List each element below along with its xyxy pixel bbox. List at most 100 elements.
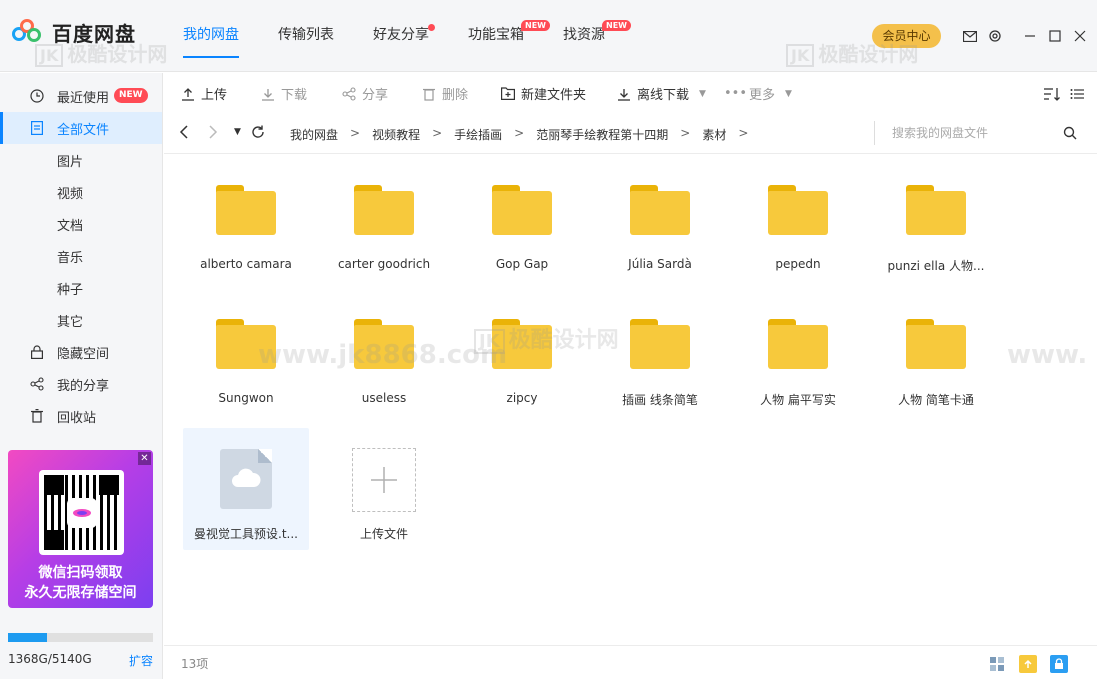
- folder-name: Sungwon: [218, 391, 274, 405]
- sidebar-item-label: 视频: [57, 186, 84, 202]
- list-view-icon[interactable]: [1070, 85, 1084, 102]
- promo-banner[interactable]: ✕ 微信扫码领取 永久无限存储空间: [8, 450, 153, 608]
- history-dropdown-icon[interactable]: ▼: [234, 127, 241, 137]
- tab-find-resources[interactable]: 找资源 NEW: [563, 0, 631, 72]
- tab-label: 功能宝箱: [468, 27, 524, 43]
- upload-folder-icon[interactable]: [1019, 655, 1037, 673]
- folder-item[interactable]: 人物 扁平写实: [735, 288, 861, 410]
- sidebar-item-label: 全部文件: [57, 122, 110, 138]
- sidebar-item-videos[interactable]: 视频: [0, 176, 162, 208]
- mail-icon[interactable]: [958, 24, 982, 48]
- forward-arrow-icon[interactable]: [208, 125, 218, 143]
- file-name: 曼视觉工具预设.t...: [194, 527, 298, 541]
- add-plus-icon[interactable]: [352, 448, 416, 512]
- breadcrumb-bar: ▼ 我的网盘 > 视频教程 > 手绘插画 > 范丽琴手绘教程第十四期 > 素材 …: [164, 113, 1097, 154]
- new-folder-button[interactable]: 新建文件夹: [500, 85, 586, 103]
- sidebar-item-label: 其它: [57, 314, 84, 330]
- breadcrumb: 我的网盘 > 视频教程 > 手绘插画 > 范丽琴手绘教程第十四期 > 素材 >: [290, 126, 760, 143]
- folder-name: punzi ella 人物...: [887, 259, 985, 273]
- download-button[interactable]: 下载: [260, 85, 307, 103]
- storage-progress-bar: [8, 633, 153, 642]
- close-icon[interactable]: ✕: [138, 452, 151, 465]
- breadcrumb-item-materials[interactable]: 素材: [702, 126, 726, 143]
- breadcrumb-item-hand-drawn[interactable]: 手绘插画: [454, 126, 502, 143]
- folder-item[interactable]: zipcy: [459, 288, 585, 410]
- folder-item[interactable]: Sungwon: [183, 288, 309, 410]
- minimize-icon[interactable]: [1018, 24, 1042, 48]
- chevron-down-icon[interactable]: ▼: [785, 89, 792, 99]
- sidebar-item-hidden-space[interactable]: 隐藏空间: [0, 336, 162, 368]
- title-bar: 百度网盘 我的网盘 传输列表 好友分享 功能宝箱 NEW 找资源 NEW 会员中心: [0, 0, 1097, 72]
- grid-view-icon[interactable]: [988, 655, 1006, 673]
- document-icon: [30, 121, 44, 135]
- tab-feature-box[interactable]: 功能宝箱 NEW: [468, 0, 550, 72]
- folder-icon: [492, 319, 552, 369]
- folder-icon: [768, 319, 828, 369]
- notification-dot: [428, 24, 435, 31]
- promo-line-1: 微信扫码领取: [38, 565, 123, 581]
- share-button[interactable]: 分享: [341, 85, 389, 103]
- expand-storage-link[interactable]: 扩容: [129, 652, 153, 669]
- sidebar-item-music[interactable]: 音乐: [0, 240, 162, 272]
- sidebar-item-recycle-bin[interactable]: 回收站: [0, 400, 162, 432]
- close-icon[interactable]: [1068, 24, 1092, 48]
- breadcrumb-item-course[interactable]: 范丽琴手绘教程第十四期: [536, 126, 668, 143]
- sidebar-item-images[interactable]: 图片: [0, 144, 162, 176]
- upload-file-tile[interactable]: 上传文件: [309, 428, 459, 550]
- folder-icon: [906, 319, 966, 369]
- breadcrumb-item-my-netdisk[interactable]: 我的网盘: [290, 126, 338, 143]
- new-folder-icon: [500, 86, 515, 101]
- sidebar-item-torrents[interactable]: 种子: [0, 272, 162, 304]
- folder-item[interactable]: 插画 线条简笔: [597, 288, 723, 410]
- maximize-icon[interactable]: [1043, 24, 1067, 48]
- folder-item[interactable]: 人物 简笔卡通: [873, 288, 999, 410]
- settings-gear-icon[interactable]: [983, 24, 1007, 48]
- sidebar: 最近使用 NEW 全部文件 图片 视频 文档 音乐 种子 其它 隐藏空间 我的分…: [0, 73, 163, 679]
- lock-icon: [30, 345, 44, 359]
- sidebar-item-label: 回收站: [57, 410, 97, 426]
- sidebar-item-all-files[interactable]: 全部文件: [0, 112, 162, 144]
- offline-download-button[interactable]: 离线下载 ▼: [616, 85, 706, 103]
- more-button[interactable]: ••• 更多 ▼: [724, 85, 792, 103]
- folder-item[interactable]: alberto camara: [183, 154, 309, 276]
- refresh-icon[interactable]: [251, 125, 265, 143]
- chevron-down-icon[interactable]: ▼: [699, 89, 706, 99]
- share-label: 分享: [362, 88, 389, 103]
- sidebar-item-my-shares[interactable]: 我的分享: [0, 368, 162, 400]
- folder-item[interactable]: Gop Gap: [459, 154, 585, 276]
- sidebar-item-label: 种子: [57, 282, 84, 298]
- folder-name: alberto camara: [200, 257, 292, 271]
- vip-center-button[interactable]: 会员中心: [872, 24, 941, 48]
- sidebar-item-other[interactable]: 其它: [0, 304, 162, 336]
- search-input[interactable]: [875, 121, 1045, 145]
- folder-icon: [216, 319, 276, 369]
- tab-friend-share[interactable]: 好友分享: [373, 0, 435, 72]
- folder-item[interactable]: pepedn: [735, 154, 861, 276]
- folder-item[interactable]: carter goodrich: [321, 154, 447, 276]
- breadcrumb-item-video-tutorials[interactable]: 视频教程: [372, 126, 420, 143]
- promo-line-2: 永久无限存储空间: [24, 585, 137, 601]
- upload-icon: [180, 86, 195, 101]
- folder-name: zipcy: [506, 391, 538, 405]
- tab-label: 我的网盘: [183, 27, 239, 43]
- sort-icon[interactable]: [1043, 85, 1061, 102]
- tab-my-netdisk[interactable]: 我的网盘: [183, 0, 239, 72]
- sidebar-item-documents[interactable]: 文档: [0, 208, 162, 240]
- upload-button[interactable]: 上传: [180, 85, 227, 103]
- folder-name: Júlia Sardà: [628, 257, 692, 271]
- folder-item[interactable]: useless: [321, 288, 447, 410]
- lock-icon[interactable]: [1050, 655, 1068, 673]
- file-item-selected[interactable]: 曼视觉工具预设.t...: [183, 428, 309, 550]
- breadcrumb-separator: >: [738, 126, 749, 140]
- breadcrumb-separator: >: [350, 126, 361, 140]
- folder-item[interactable]: punzi ella 人物...: [873, 154, 999, 276]
- back-arrow-icon[interactable]: [179, 125, 189, 143]
- top-nav: 我的网盘 传输列表 好友分享 功能宝箱 NEW 找资源 NEW: [183, 0, 644, 72]
- folder-item[interactable]: Júlia Sardà: [597, 154, 723, 276]
- tab-transfer-list[interactable]: 传输列表: [278, 0, 334, 72]
- delete-button[interactable]: 删除: [421, 85, 468, 103]
- search-icon[interactable]: [1063, 126, 1077, 144]
- sidebar-item-recent[interactable]: 最近使用 NEW: [0, 80, 162, 112]
- trash-icon: [421, 86, 436, 101]
- tab-label: 找资源: [563, 27, 605, 43]
